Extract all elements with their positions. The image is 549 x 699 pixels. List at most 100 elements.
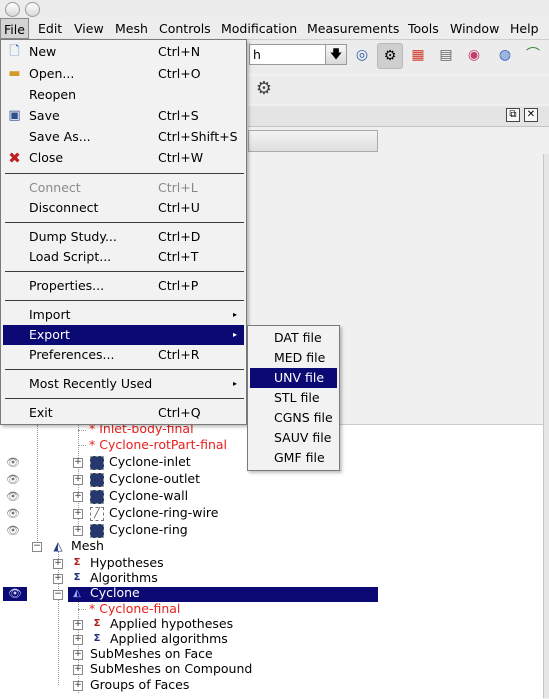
tree-item-cyclone-final[interactable]: * Cyclone-final <box>89 601 180 617</box>
collapse-icon[interactable]: − <box>53 590 63 600</box>
expand-icon[interactable]: + <box>73 635 83 645</box>
export-item-dat[interactable]: DAT file <box>250 328 337 348</box>
tree-item-mesh[interactable]: Mesh <box>71 538 104 554</box>
visibility-eye-icon[interactable]: 👁 <box>5 491 21 502</box>
panel-close-icon[interactable]: ✕ <box>524 108 538 122</box>
menu-item-new[interactable]: 🗋 New Ctrl+N <box>3 42 244 62</box>
collapse-icon[interactable]: − <box>32 542 42 552</box>
group-icon <box>90 456 104 470</box>
tree-connector <box>37 425 38 545</box>
menu-separator <box>5 300 244 301</box>
menu-item-dump-study[interactable]: Dump Study... Ctrl+D <box>3 227 244 247</box>
menu-edit[interactable]: Edit <box>38 21 62 36</box>
tree-connector <box>78 445 86 446</box>
menu-item-open[interactable]: ▬ Open... Ctrl+O <box>3 64 244 84</box>
expand-icon[interactable]: + <box>73 665 83 675</box>
visibility-eye-icon[interactable]: 👁 <box>7 588 23 599</box>
menu-modification[interactable]: Modification <box>221 21 297 36</box>
window-menu-icon[interactable] <box>5 2 20 17</box>
menu-measurements[interactable]: Measurements <box>307 21 399 36</box>
tree-scrollbar[interactable] <box>543 154 549 698</box>
export-item-stl[interactable]: STL file <box>250 388 337 408</box>
tree-item-cyclone-rotpart-final[interactable]: * Cyclone-rotPart-final <box>89 437 227 453</box>
globe-icon[interactable]: ◍ <box>492 43 518 69</box>
menu-item-properties[interactable]: Properties... Ctrl+P <box>3 276 244 296</box>
export-item-cgns[interactable]: CGNS file <box>250 408 337 428</box>
chart-bars-icon[interactable]: ▦ <box>405 43 431 69</box>
menu-item-reopen[interactable]: Reopen <box>3 85 244 105</box>
visibility-eye-icon[interactable]: 👁 <box>5 457 21 468</box>
submenu-arrow-icon: ▸ <box>233 310 238 319</box>
algorithms-icon: Σ <box>93 633 101 644</box>
menu-item-connect: Connect Ctrl+L <box>29 180 198 195</box>
group-icon <box>90 473 104 487</box>
menu-item-save[interactable]: ▣ Save Ctrl+S <box>3 106 244 126</box>
combo-down-arrow-icon[interactable]: 🡇 <box>325 45 346 64</box>
curve-plot-icon[interactable]: ⌒ <box>520 43 546 69</box>
column-header[interactable] <box>248 130 378 152</box>
menu-item-most-recently-used[interactable]: Most Recently Used ▸ <box>3 374 244 394</box>
tree-item-cyclone-outlet[interactable]: Cyclone-outlet <box>109 471 200 487</box>
selected-eye-cell[interactable]: 👁 <box>3 587 27 601</box>
menu-item-export[interactable]: Export ▸ <box>3 325 244 345</box>
window-minimize-icon[interactable] <box>25 2 40 17</box>
tree-item-applied-hypotheses[interactable]: Applied hypotheses <box>110 616 233 632</box>
mesh-component-icon: ◭ <box>53 539 63 553</box>
tree-item-cyclone-wall[interactable]: Cyclone-wall <box>109 488 188 504</box>
export-item-sauv[interactable]: SAUV file <box>250 428 337 448</box>
expand-icon[interactable]: + <box>73 458 83 468</box>
menu-controls[interactable]: Controls <box>159 21 211 36</box>
tree-item-cyclone[interactable]: Cyclone <box>90 585 140 601</box>
menu-item-exit[interactable]: Exit Ctrl+Q <box>3 403 244 423</box>
menu-item-preferences[interactable]: Preferences... Ctrl+R <box>3 345 244 365</box>
tree-item-applied-algorithms[interactable]: Applied algorithms <box>110 631 228 647</box>
export-item-gmf[interactable]: GMF file <box>250 448 337 468</box>
pipe-module-icon[interactable]: ◉ <box>461 43 487 69</box>
export-item-med[interactable]: MED file <box>250 348 337 368</box>
expand-icon[interactable]: + <box>73 681 83 691</box>
binoculars-icon[interactable]: ◎ <box>349 43 375 69</box>
export-item-unv[interactable]: UNV file <box>250 368 337 388</box>
group-icon <box>90 524 104 538</box>
expand-icon[interactable]: + <box>73 650 83 660</box>
wire-group-icon: ╱ <box>90 507 104 521</box>
toolbar-combo[interactable]: h 🡇 <box>249 44 347 65</box>
tree-item-submeshes-on-compound[interactable]: SubMeshes on Compound <box>90 661 252 677</box>
expand-icon[interactable]: + <box>73 526 83 536</box>
expand-icon[interactable]: + <box>53 559 63 569</box>
expand-icon[interactable]: + <box>73 475 83 485</box>
menu-view[interactable]: View <box>74 21 104 36</box>
calculator-icon[interactable]: ▤ <box>433 43 459 69</box>
tree-item-cyclone-ring-wire[interactable]: Cyclone-ring-wire <box>109 505 218 521</box>
menu-item-import[interactable]: Import ▸ <box>3 305 244 325</box>
menu-tools[interactable]: Tools <box>408 21 439 36</box>
panel-undock-icon[interactable]: ⧉ <box>506 108 520 122</box>
tree-item-cyclone-ring[interactable]: Cyclone-ring <box>109 522 188 538</box>
tree-item-cyclone-inlet[interactable]: Cyclone-inlet <box>109 454 191 470</box>
visibility-eye-icon[interactable]: 👁 <box>5 525 21 536</box>
menu-item-save-as[interactable]: Save As... Ctrl+Shift+S <box>3 127 244 147</box>
visibility-eye-icon[interactable]: 👁 <box>5 474 21 485</box>
menu-help[interactable]: Help <box>510 21 539 36</box>
mesh-module-icon[interactable]: ⚙ <box>377 43 403 69</box>
menu-window[interactable]: Window <box>450 21 499 36</box>
expand-icon[interactable]: + <box>73 509 83 519</box>
tree-item-algorithms[interactable]: Algorithms <box>90 570 158 586</box>
close-x-icon: ✖ <box>8 149 21 167</box>
tree-item-hypotheses[interactable]: Hypotheses <box>90 555 164 571</box>
expand-icon[interactable]: + <box>73 620 83 630</box>
submenu-arrow-icon: ▸ <box>233 330 238 339</box>
visibility-eye-icon[interactable]: 👁 <box>5 508 21 519</box>
menu-item-close[interactable]: ✖ Close Ctrl+W <box>3 148 244 168</box>
menu-file[interactable]: File <box>0 18 29 39</box>
menu-item-load-script[interactable]: Load Script... Ctrl+T <box>3 247 244 267</box>
menu-bar: File Edit View Mesh Controls Modificatio… <box>0 18 549 40</box>
expand-icon[interactable]: + <box>73 492 83 502</box>
menu-separator <box>5 173 244 174</box>
menu-mesh[interactable]: Mesh <box>115 21 148 36</box>
tree-item-groups-of-faces[interactable]: Groups of Faces <box>90 677 189 693</box>
gear-cube-icon[interactable]: ⚙ <box>251 77 277 103</box>
tree-item-submeshes-on-face[interactable]: SubMeshes on Face <box>90 646 213 662</box>
expand-icon[interactable]: + <box>53 574 63 584</box>
menu-item-disconnect[interactable]: Disconnect Ctrl+U <box>3 198 244 218</box>
